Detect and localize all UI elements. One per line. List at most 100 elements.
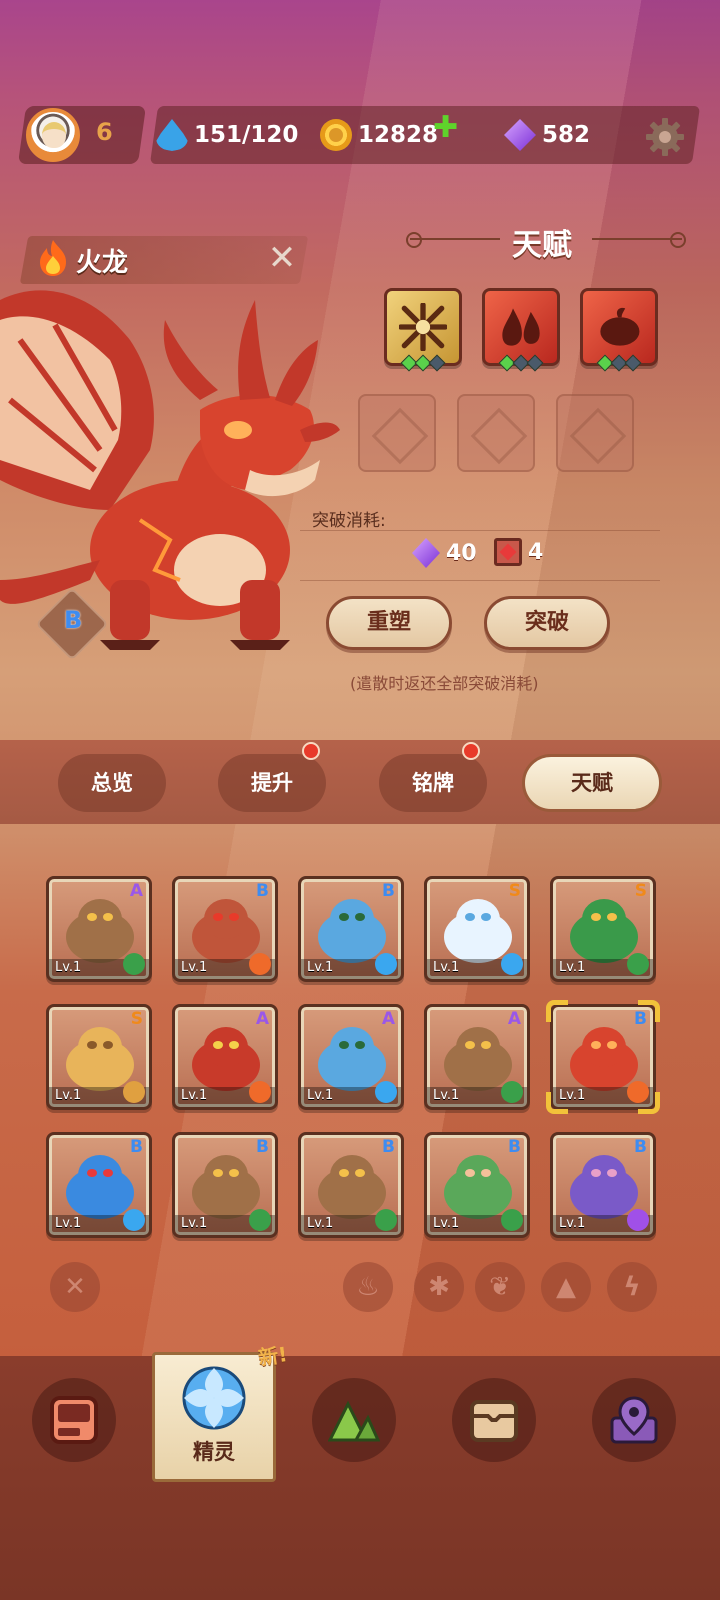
pet-card[interactable]: B Lv.1 <box>550 1132 656 1238</box>
gem-icon <box>504 119 536 151</box>
stamina-counter[interactable]: 151/120 <box>156 119 298 151</box>
pet-level: Lv.1 <box>181 960 208 975</box>
pet-rank: B <box>256 881 269 901</box>
tab-upgrade[interactable]: 提升 <box>218 754 326 812</box>
reshape-button[interactable]: 重塑 <box>326 596 452 650</box>
gold-value: 12828 <box>358 122 439 148</box>
avatar[interactable] <box>26 108 80 162</box>
fire-element-icon <box>249 953 271 975</box>
pet-rank: S <box>634 881 647 901</box>
pet-level: Lv.1 <box>181 1088 208 1103</box>
pet-card[interactable]: B Lv.1 <box>424 1132 530 1238</box>
pet-level: Lv.1 <box>307 960 334 975</box>
notification-dot <box>462 742 480 760</box>
selection-corner <box>638 1092 660 1114</box>
spirit-orb-icon <box>182 1366 246 1430</box>
pet-level: Lv.1 <box>181 1216 208 1231</box>
clear-filter-icon[interactable]: ✕ <box>50 1262 100 1312</box>
pet-level: Lv.1 <box>307 1088 334 1103</box>
tab-overview[interactable]: 总览 <box>58 754 166 812</box>
title-ornament-right <box>592 232 686 248</box>
player-level: 6 <box>96 118 113 146</box>
leaf-element-icon <box>249 1209 271 1231</box>
book-cost-value: 4 <box>528 539 544 565</box>
gem-value: 582 <box>542 122 591 148</box>
nav-inventory[interactable] <box>452 1378 536 1462</box>
tab-nameplate[interactable]: 铭牌 <box>379 754 487 812</box>
close-icon[interactable]: ✕ <box>264 240 300 276</box>
ice-filter-icon[interactable]: ✱ <box>414 1262 464 1312</box>
locked-talent-slot <box>556 394 634 472</box>
rock-element-icon <box>123 1081 145 1103</box>
ice-element-icon <box>123 1209 145 1231</box>
pet-rank: B <box>130 1137 143 1157</box>
pet-level: Lv.1 <box>55 1216 82 1231</box>
title-ornament-left <box>406 232 500 248</box>
rock-filter-icon[interactable]: ▲ <box>541 1262 591 1312</box>
talent-slot-3[interactable] <box>580 288 658 372</box>
gem-cost: 40 <box>412 538 477 568</box>
pet-card[interactable]: B Lv.1 <box>172 876 278 982</box>
bolt-filter-icon[interactable]: ϟ <box>607 1262 657 1312</box>
pet-rank: B <box>382 881 395 901</box>
nav-adventure[interactable] <box>312 1378 396 1462</box>
leaf-filter-icon[interactable]: ❦ <box>475 1262 525 1312</box>
breakthrough-cost-label: 突破消耗: <box>312 511 386 531</box>
mountain-icon <box>328 1400 380 1442</box>
claw-slash-icon <box>399 303 447 351</box>
fire-filter-icon[interactable]: ♨ <box>343 1262 393 1312</box>
dragon-illustration <box>0 290 340 650</box>
pet-card[interactable]: A Lv.1 <box>424 1004 530 1110</box>
pet-level: Lv.1 <box>55 960 82 975</box>
pet-rank: B <box>256 1137 269 1157</box>
pet-card[interactable]: B Lv.1 <box>298 876 404 982</box>
stamina-value: 151/120 <box>194 122 299 148</box>
bolt-element-icon <box>627 1209 649 1231</box>
tab-talent[interactable]: 天赋 <box>522 754 662 812</box>
pet-card[interactable]: B Lv.1 <box>172 1132 278 1238</box>
pet-card[interactable]: S Lv.1 <box>550 876 656 982</box>
pet-rank: B <box>382 1137 395 1157</box>
fire-fruit-icon <box>600 307 640 346</box>
breakthrough-button[interactable]: 突破 <box>484 596 610 650</box>
divider <box>300 530 660 531</box>
water-drop-icon <box>156 119 188 151</box>
gem-counter[interactable]: 582 <box>504 119 590 151</box>
pet-rank: B <box>634 1137 647 1157</box>
locked-talent-slot <box>457 394 535 472</box>
talent-title: 天赋 <box>512 228 572 263</box>
pet-rank: A <box>255 1009 269 1029</box>
pet-rank: A <box>129 881 143 901</box>
pet-rank: B <box>508 1137 521 1157</box>
pet-rank: S <box>508 881 521 901</box>
gold-counter[interactable]: 12828 <box>320 119 438 151</box>
ice-element-icon <box>501 953 523 975</box>
pet-card[interactable]: A Lv.1 <box>172 1004 278 1110</box>
refund-hint: (遣散时返还全部突破消耗) <box>350 674 539 693</box>
nav-map[interactable] <box>592 1378 676 1462</box>
pet-card[interactable]: S Lv.1 <box>46 1004 152 1110</box>
pet-level: Lv.1 <box>307 1216 334 1231</box>
pet-card[interactable]: B Lv.1 <box>46 1132 152 1238</box>
selection-corner <box>546 1092 568 1114</box>
nav-spirits-label: 精灵 <box>193 1440 235 1464</box>
console-icon <box>50 1396 98 1444</box>
nav-console[interactable] <box>32 1378 116 1462</box>
pet-level: Lv.1 <box>55 1088 82 1103</box>
pet-card[interactable]: B Lv.1 <box>298 1132 404 1238</box>
ice-element-icon <box>375 1081 397 1103</box>
pet-card[interactable]: A Lv.1 <box>46 876 152 982</box>
new-badge: 新! <box>256 1342 289 1370</box>
talent-slot-2[interactable] <box>482 288 560 372</box>
talent-slot-1[interactable] <box>384 288 462 372</box>
pet-card[interactable]: A Lv.1 <box>298 1004 404 1110</box>
book-cost: 4 <box>494 538 543 566</box>
fire-element-icon <box>40 240 66 276</box>
leaf-element-icon <box>501 1081 523 1103</box>
flame-drops-icon <box>502 308 540 346</box>
selection-corner <box>546 1000 568 1022</box>
plus-icon[interactable]: ✚ <box>433 110 458 145</box>
gear-icon[interactable] <box>644 116 686 158</box>
map-pin-icon <box>610 1396 658 1444</box>
pet-card[interactable]: S Lv.1 <box>424 876 530 982</box>
